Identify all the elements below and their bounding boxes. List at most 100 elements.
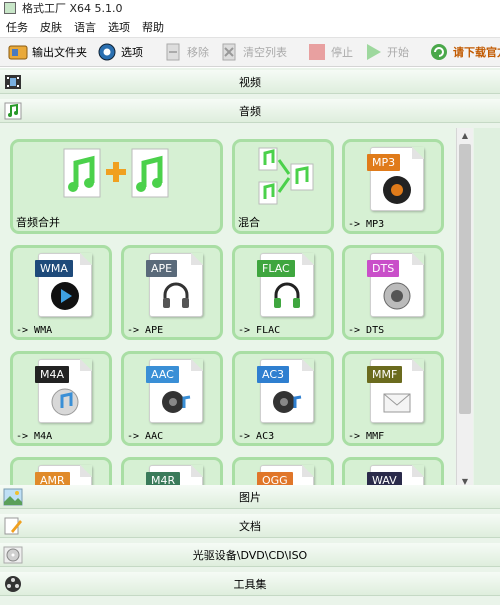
- clear-list-button[interactable]: 清空列表: [215, 39, 291, 65]
- format-tag: MP3: [367, 154, 401, 171]
- media-player-icon: [51, 282, 79, 310]
- flac-doc-icon: FLAC: [257, 253, 314, 317]
- clear-list-label: 清空列表: [243, 46, 287, 59]
- remove-icon: [166, 43, 180, 61]
- tile-wma[interactable]: WMA -> WMA: [10, 245, 112, 340]
- stop-label: 停止: [331, 46, 353, 59]
- tile-mmf[interactable]: MMF -> MMF: [342, 351, 444, 446]
- headphones-icon: [163, 282, 189, 308]
- tile-aac[interactable]: AAC -> AAC: [121, 351, 223, 446]
- tile-label: -> AC3: [238, 431, 275, 442]
- tile-label: -> APE: [127, 325, 164, 336]
- nav-document-label: 文档: [239, 519, 261, 533]
- nav-audio[interactable]: 音频: [0, 99, 500, 123]
- scrollbar-thumb[interactable]: [459, 144, 471, 414]
- tile-audio-merge[interactable]: 音频合并: [10, 139, 223, 234]
- tools-reel-icon: [5, 576, 21, 592]
- headphones-icon: [274, 282, 300, 308]
- tile-label: 音频合并: [16, 216, 60, 229]
- tile-label: -> MMF: [348, 431, 385, 442]
- menu-tasks[interactable]: 任务: [6, 19, 28, 35]
- format-tag: AAC: [146, 366, 179, 383]
- remove-label: 移除: [187, 46, 209, 59]
- tile-label: -> WMA: [16, 325, 53, 336]
- app-icon: [4, 2, 16, 14]
- audio-mix-icon: [258, 147, 314, 205]
- tile-dts[interactable]: DTS -> DTS: [342, 245, 444, 340]
- mp3-doc-icon: MP3: [367, 147, 424, 211]
- refresh-globe-icon: [431, 44, 447, 60]
- side-strip: [474, 128, 500, 488]
- nav-video[interactable]: 视频: [0, 70, 500, 94]
- menu-language[interactable]: 语言: [74, 19, 96, 35]
- play-icon: [367, 44, 381, 60]
- start-label: 开始: [387, 46, 409, 59]
- nav-tools-label: 工具集: [233, 577, 267, 591]
- options-button[interactable]: 选项: [93, 39, 147, 65]
- nav-tools[interactable]: 工具集: [0, 572, 500, 596]
- tile-ape[interactable]: APE -> APE: [121, 245, 223, 340]
- format-tag: AC3: [257, 366, 290, 383]
- menu-options[interactable]: 选项: [108, 19, 130, 35]
- mmf-doc-icon: MMF: [367, 359, 424, 423]
- wma-doc-icon: WMA: [35, 253, 92, 317]
- format-tag: FLAC: [257, 260, 295, 277]
- ape-doc-icon: APE: [146, 253, 203, 317]
- download-official-label: 请下载官方正式: [453, 46, 500, 59]
- options-label: 选项: [121, 46, 143, 59]
- tile-mp3[interactable]: MP3 -> MP3: [342, 139, 444, 234]
- nav-video-label: 视频: [239, 75, 261, 89]
- nav-rom-device[interactable]: 光驱设备\DVD\CD\ISO: [0, 543, 500, 567]
- tile-m4a[interactable]: M4A -> M4A: [10, 351, 112, 446]
- tile-label: -> M4A: [16, 431, 53, 442]
- format-tag: APE: [146, 260, 178, 277]
- tile-label: -> AAC: [127, 431, 164, 442]
- nav-picture[interactable]: 图片: [0, 485, 500, 509]
- speaker-note-icon: [273, 391, 302, 413]
- tile-label: -> FLAC: [238, 325, 281, 336]
- film-icon: [5, 75, 21, 89]
- stop-icon: [309, 44, 325, 60]
- dts-doc-icon: DTS: [367, 253, 424, 317]
- tile-flac[interactable]: FLAC -> FLAC: [232, 245, 334, 340]
- tile-m4r[interactable]: M4R: [121, 457, 223, 488]
- menu-bar: 任务 皮肤 语言 选项 帮助: [0, 17, 500, 37]
- tile-label: 混合: [238, 216, 260, 229]
- tile-mix[interactable]: 混合: [232, 139, 334, 234]
- category-panel: 视频 音频 音频合并 混合 MP3 -> MP3 WMA -> WMA APE …: [0, 68, 500, 605]
- start-button[interactable]: 开始: [359, 39, 413, 65]
- scroll-up-arrow-icon[interactable]: ▲: [457, 128, 473, 142]
- window-title: 格式工厂 X64 5.1.0: [22, 2, 123, 15]
- menu-skin[interactable]: 皮肤: [40, 19, 62, 35]
- aac-doc-icon: AAC: [146, 359, 203, 423]
- stop-button[interactable]: 停止: [303, 39, 357, 65]
- speaker-icon: [383, 176, 411, 204]
- menu-help[interactable]: 帮助: [142, 19, 164, 35]
- clear-list-icon: [222, 43, 236, 61]
- format-tag: DTS: [367, 260, 400, 277]
- nav-picture-label: 图片: [239, 490, 261, 504]
- title-bar: 格式工厂 X64 5.1.0: [0, 0, 500, 16]
- tile-ac3[interactable]: AC3 -> AC3: [232, 351, 334, 446]
- speaker-note-icon: [162, 391, 191, 413]
- format-tag: M4A: [35, 366, 70, 383]
- tile-ogg[interactable]: OGG: [232, 457, 334, 488]
- music-note-icon: [4, 102, 22, 120]
- disc-icon: [3, 546, 23, 564]
- output-folder-label: 输出文件夹: [32, 46, 87, 59]
- film-folder-icon: [8, 45, 28, 60]
- nav-audio-label: 音频: [239, 104, 261, 118]
- vertical-scrollbar[interactable]: ▲ ▼: [456, 128, 473, 488]
- tile-label: -> MP3: [348, 219, 385, 230]
- download-official-link[interactable]: 请下载官方正式: [425, 39, 500, 65]
- output-folder-button[interactable]: 输出文件夹: [4, 39, 91, 65]
- tile-wav[interactable]: WAV: [342, 457, 444, 488]
- nav-document[interactable]: 文档: [0, 514, 500, 538]
- format-tag: WMA: [35, 260, 73, 277]
- audio-tools-grid: 音频合并 混合 MP3 -> MP3 WMA -> WMA APE -> APE…: [0, 128, 455, 488]
- tile-amr[interactable]: AMR: [10, 457, 112, 488]
- m4a-doc-icon: M4A: [35, 359, 92, 423]
- remove-button[interactable]: 移除: [159, 39, 213, 65]
- speaker-icon: [383, 282, 411, 310]
- ac3-doc-icon: AC3: [257, 359, 314, 423]
